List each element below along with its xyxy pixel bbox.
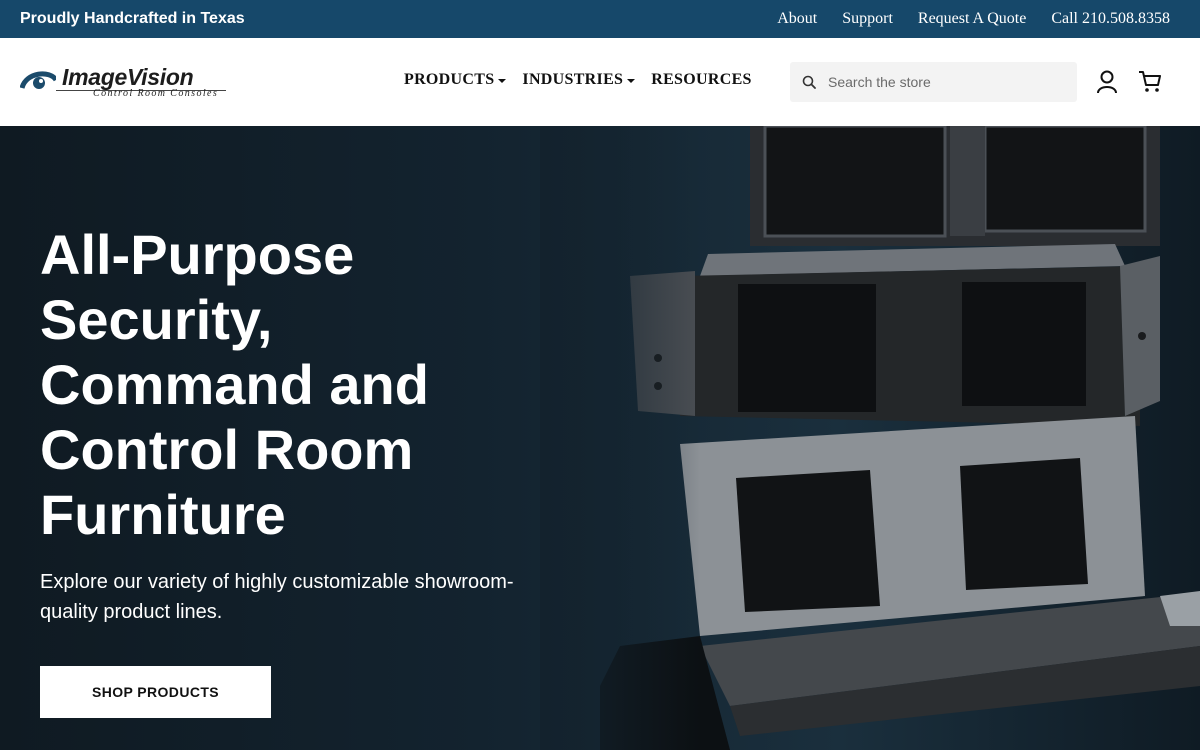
chevron-down-icon (627, 79, 636, 83)
nav-resources-label: RESOURCES (651, 71, 752, 88)
search-icon[interactable] (802, 75, 816, 89)
search-input[interactable] (828, 74, 1058, 90)
announcement-tagline: Proudly Handcrafted in Texas (20, 10, 245, 27)
main-nav: PRODUCTS INDUSTRIES RESOURCES (404, 71, 752, 89)
account-icon[interactable] (1096, 70, 1118, 94)
search-bar[interactable] (790, 62, 1077, 102)
request-quote-link[interactable]: Request A Quote (918, 10, 1026, 28)
nav-products-label: PRODUCTS (404, 71, 495, 88)
site-header: ImageVision Control Room Consoles PRODUC… (0, 38, 1200, 126)
hero-title: All-Purpose Security, Command and Contro… (40, 223, 429, 546)
nav-resources[interactable]: RESOURCES (651, 71, 752, 89)
utility-links: About Support Request A Quote Call 210.5… (777, 10, 1170, 28)
logo-subtitle: Control Room Consoles (93, 88, 219, 99)
shop-products-button[interactable]: SHOP PRODUCTS (40, 666, 271, 718)
cart-icon[interactable] (1138, 69, 1162, 93)
logo-brand: ImageVision (62, 64, 194, 90)
about-link[interactable]: About (777, 10, 817, 28)
site-logo[interactable]: ImageVision Control Room Consoles (20, 62, 230, 102)
chevron-down-icon (498, 79, 507, 83)
nav-products[interactable]: PRODUCTS (404, 71, 507, 89)
phone-link[interactable]: Call 210.508.8358 (1051, 10, 1170, 28)
nav-industries[interactable]: INDUSTRIES (522, 71, 636, 89)
announcement-bar: Proudly Handcrafted in Texas About Suppo… (0, 0, 1200, 38)
eye-logo-icon (20, 71, 56, 89)
support-link[interactable]: Support (842, 10, 893, 28)
hero-gradient-overlay (540, 126, 700, 750)
hero-description: Explore our variety of highly customizab… (40, 571, 514, 623)
nav-industries-label: INDUSTRIES (522, 71, 624, 88)
hero-banner: All-Purpose Security, Command and Contro… (0, 126, 1200, 750)
